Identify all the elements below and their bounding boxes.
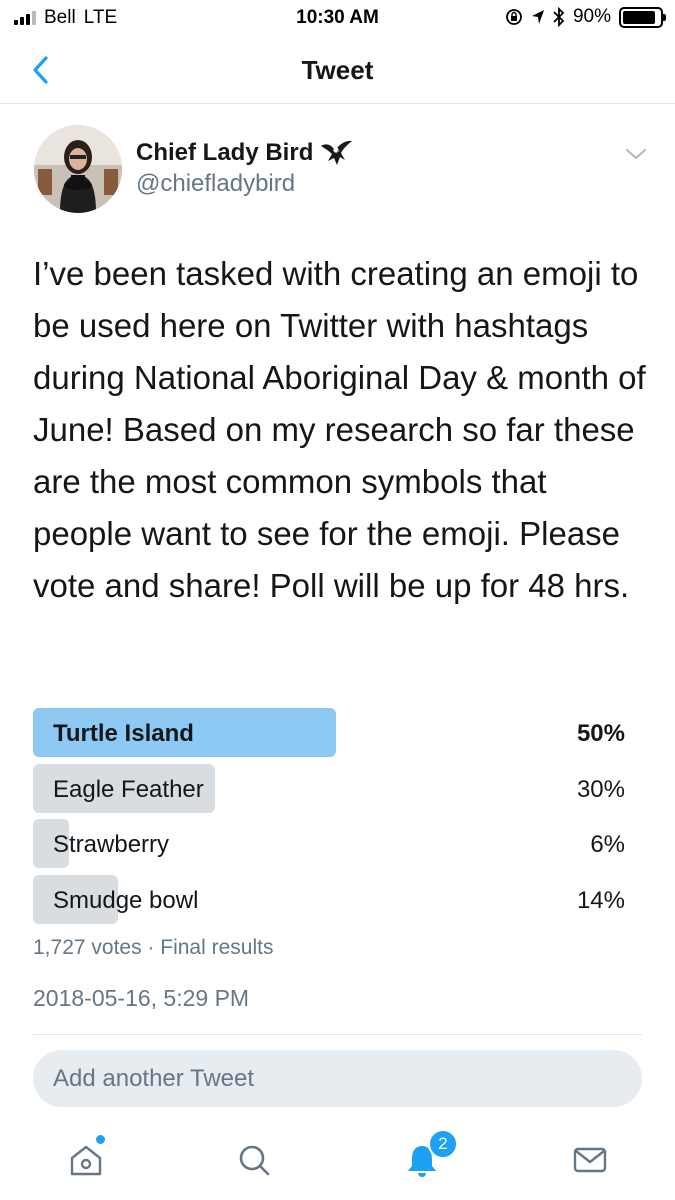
tab-messages[interactable] — [568, 1138, 612, 1182]
page-title: Tweet — [301, 55, 374, 85]
status-right: 90% — [505, 6, 666, 28]
poll: Turtle Island 50% Eagle Feather 30% Strawber… — [33, 708, 625, 930]
poll-option-percent: 50% — [576, 720, 625, 747]
nav-bar: Tweet — [0, 36, 675, 104]
poll-option: Eagle Feather 30% — [33, 763, 625, 814]
poll-option-percent: 6% — [590, 831, 625, 858]
poll-option: Strawberry 6% — [33, 819, 625, 869]
reply-box[interactable] — [33, 1050, 642, 1107]
home-unread-dot — [96, 1135, 105, 1144]
notifications-badge: 2 — [428, 1129, 458, 1159]
tab-search[interactable] — [232, 1138, 276, 1182]
tab-bar: 2 — [0, 1120, 675, 1200]
home-icon — [70, 1145, 102, 1176]
author-name-text: Chief Lady Bird — [136, 139, 314, 166]
tweet-timestamp: 2018-05-16, 5:29 PM — [33, 985, 250, 1011]
battery-icon — [619, 6, 666, 28]
battery-label: 90% — [572, 6, 611, 27]
bluetooth-icon — [553, 7, 565, 27]
poll-option-percent: 14% — [576, 886, 625, 914]
chevron-down-icon — [626, 149, 646, 159]
location-icon — [531, 10, 544, 24]
poll-meta: 1,727 votes · Final results — [33, 936, 274, 959]
author-handle[interactable]: @chiefladybird — [136, 170, 295, 198]
poll-option: Turtle Island 50% — [33, 708, 625, 758]
poll-option-label: Smudge bowl — [53, 886, 199, 914]
poll-option-percent: 30% — [576, 775, 625, 803]
eagle-emoji-icon — [321, 140, 353, 165]
reply-input[interactable] — [33, 1050, 642, 1107]
rotation-lock-icon — [506, 9, 522, 25]
tab-home[interactable] — [64, 1138, 108, 1182]
poll-option-label: Strawberry — [53, 831, 170, 858]
tweet-menu-button[interactable] — [622, 144, 650, 164]
tweet-text: I’ve been tasked with creating an emoji … — [33, 255, 646, 604]
author-name[interactable]: Chief Lady Bird — [136, 138, 353, 168]
search-icon — [239, 1145, 270, 1176]
status-bar: Bell LTE 10:30 AM 90% — [0, 0, 675, 36]
avatar[interactable] — [34, 125, 122, 213]
poll-option-label: Eagle Feather — [53, 775, 204, 803]
poll-option-label: Turtle Island — [53, 720, 194, 747]
avatar-image — [34, 125, 122, 213]
divider — [33, 1034, 642, 1035]
poll-option: Smudge bowl 14% — [33, 874, 625, 925]
mail-icon — [573, 1147, 607, 1173]
